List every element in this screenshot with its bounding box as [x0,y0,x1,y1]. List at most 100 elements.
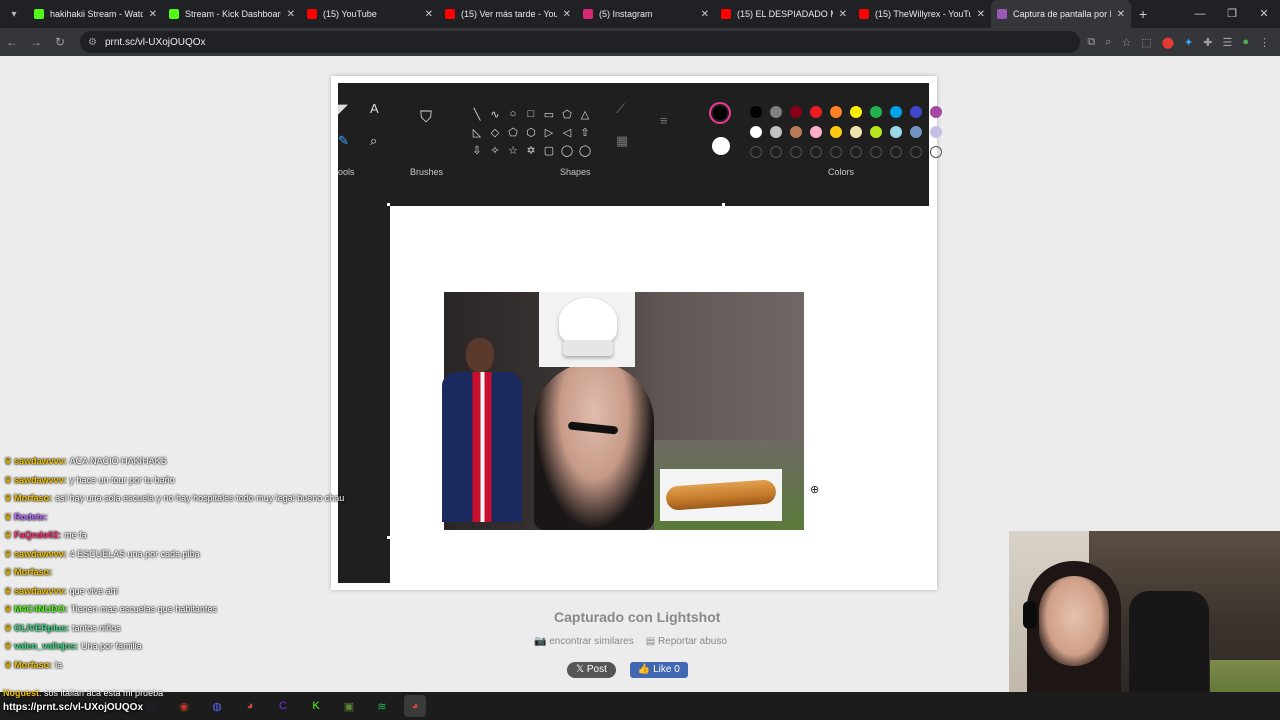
tab-close-icon[interactable]: ✕ [287,9,295,20]
tab-close-icon[interactable]: ✕ [977,9,985,20]
minimize-icon[interactable]: — [1184,0,1216,28]
chat-message: ♛ Morfaso: la [0,656,300,675]
shape-icon: ▭ [543,108,555,121]
address-bar[interactable]: ⚙ prnt.sc/vl-UXojOUQOx [80,31,1080,53]
color-swatch [870,106,882,118]
reload-icon[interactable]: ↻ [48,35,72,49]
browser-tab[interactable]: (15) Ver más tarde - YouTube ✕ [439,0,577,28]
football-player-cutout [436,332,528,530]
empty-color-swatch [870,146,882,158]
tab-title: (15) EL DESPIADADO MUNDO [737,9,833,19]
chat-badge-icon: ♛ [4,585,13,596]
chrome-icon[interactable]: ◕ [239,695,261,717]
empty-color-swatch [910,146,922,158]
facebook-like-button[interactable]: 👍 Like 0 [629,662,688,678]
shape-icon: ▢ [543,144,555,157]
chat-message: ♛ OLIVERplus: tantos niños [0,619,300,638]
shape-icon: ☆ [508,144,518,157]
shape-icon: ◯ [560,144,574,157]
color-swatch [910,126,922,138]
site-info-icon[interactable]: ⚙ [88,37,97,48]
spotify-icon[interactable]: ≋ [371,695,393,717]
shape-icon: ◇ [490,126,500,139]
kick-icon[interactable]: K [305,695,327,717]
tab-close-icon[interactable]: ✕ [1117,9,1125,20]
browser-tab[interactable]: hakihakii Stream - Watch ✕ [28,0,163,28]
extensions-puzzle-icon[interactable]: ✚ [1203,36,1212,49]
find-similar-link[interactable]: 📷 encontrar similares [534,636,634,647]
reading-list-icon[interactable]: ☰ [1222,36,1232,49]
tab-title: (5) Instagram [599,9,653,19]
tab-search-icon[interactable]: ▾ [0,0,28,28]
canva-icon[interactable]: C [272,695,294,717]
browser-tab[interactable]: (15) EL DESPIADADO MUNDO ✕ [715,0,853,28]
maximize-icon[interactable]: ❐ [1216,0,1248,28]
minecraft-icon[interactable]: ▣ [338,695,360,717]
color-swatch [750,106,762,118]
toolbar-icons: ⧉ ⌕ ☆ ⬚ ⬤ ✦ ✚ ☰ ● ⋮ [1087,36,1280,49]
tab-close-icon[interactable]: ✕ [149,9,157,20]
zoom-icon[interactable]: ⌕ [1105,36,1111,49]
magnifier-icon: ⌕ [370,133,378,148]
profile-avatar[interactable]: ● [1242,36,1249,49]
tab-favicon-icon [859,9,869,19]
color-swatch [790,106,802,118]
adblock-icon[interactable]: ⬤ [1162,36,1174,49]
browser-tab[interactable]: (15) YouTube ✕ [301,0,439,28]
color-swatch [770,106,782,118]
chat-username: sawdawvvv: [14,585,67,596]
chat-username: sawdawvvv: [14,474,67,485]
paint-canvas [387,203,929,583]
tab-favicon-icon [997,9,1007,19]
menu-kebab-icon[interactable]: ⋮ [1259,36,1270,49]
chat-badge-icon: ♛ [4,548,13,559]
discord-icon[interactable]: ◍ [206,695,228,717]
browser-tab[interactable]: (5) Instagram ✕ [577,0,715,28]
report-abuse-label: Reportar abuso [657,636,727,647]
tab-close-icon[interactable]: ✕ [839,9,847,20]
post-label: Post [586,664,607,675]
close-window-icon[interactable]: ✕ [1248,0,1280,28]
steam-icon[interactable]: ◎ [140,695,162,717]
browser-tab[interactable]: Stream - Kick Dashboard ✕ [163,0,301,28]
color-palette [746,102,946,162]
install-icon[interactable]: ⧉ [1087,36,1095,49]
tab-title: Captura de pantalla por Lightshot [1013,9,1111,19]
extension-blue-icon[interactable]: ✦ [1184,36,1193,49]
x-post-button[interactable]: 𝕏 Post [567,662,616,678]
back-icon[interactable]: ← [0,35,24,49]
tab-favicon-icon [169,9,179,19]
bookmark-star-icon[interactable]: ☆ [1121,36,1131,49]
chat-message: ♛ Morfaso: [0,563,300,582]
tab-close-icon[interactable]: ✕ [425,9,433,20]
tab-close-icon[interactable]: ✕ [563,9,571,20]
browser-tab[interactable]: Captura de pantalla por Lightshot ✕ [991,0,1131,28]
chrome-active-icon[interactable]: ◕ [404,695,426,717]
chat-message: ♛ sawdawvvv: 4 ESCUELAS una por cada piba [0,545,300,564]
screenshot-image[interactable]: ◤ A ✎ ⌕ ools ⛉ Brushes ╲ ∿ ○ □ ▭ ⬠ △ ◺ ◇ ⬠ ⬡ ▷ ◁ ⇧ ⇩ ✧ ☆… [331,76,942,590]
chef-hat-puff [559,298,617,344]
find-similar-label: encontrar similares [549,636,634,647]
stream-chat-overlay: ♛ sawdawvvv: ACA NACIO HAKIHAKS ♛ sawdawvvv:… [0,452,344,675]
baguette-image [660,469,782,521]
chat-message: ♛ M4C4NUDO: Tienen mas escuelas que habita… [0,600,300,619]
browser-tab[interactable]: (15) TheWillyrex - YouTube ✕ [853,0,991,28]
chat-badge-icon: ♛ [4,622,13,633]
tab-close-icon[interactable]: ✕ [701,9,709,20]
baguette-loaf [665,479,777,511]
chat-text: la [55,659,63,670]
fill-style-icon: ▦ [616,133,629,148]
tab-title: Stream - Kick Dashboard [185,9,281,19]
forward-icon[interactable]: → [24,35,48,49]
extension-icon[interactable]: ⬚ [1141,36,1151,49]
shape-icon: ⬠ [562,108,572,121]
alert-text: sos italian aca esta mi prueba [44,688,164,698]
color-swatch [910,106,922,118]
chat-username: valen_vallejos: [14,641,79,651]
media-icon[interactable]: ◉ [173,695,195,717]
new-tab-button[interactable]: + [1131,6,1155,22]
shape-icon: ✡ [526,144,536,157]
tab-favicon-icon [445,9,455,19]
report-abuse-link[interactable]: ▤ Reportar abuso [646,636,727,647]
chat-text: que vive ahí [69,585,119,596]
